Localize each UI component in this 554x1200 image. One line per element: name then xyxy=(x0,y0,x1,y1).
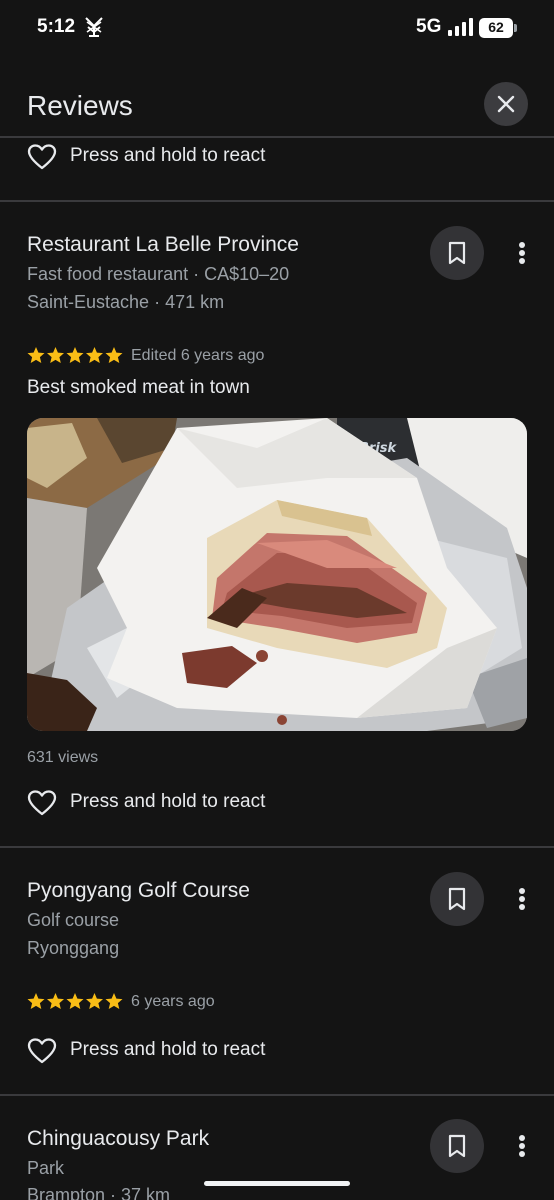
review-time: 6 years ago xyxy=(131,993,215,1010)
place-name[interactable]: Chinguacousy Park xyxy=(27,1127,209,1151)
battery-icon: 62 xyxy=(479,18,517,38)
bookmark-icon xyxy=(448,241,466,265)
header-divider xyxy=(0,136,554,138)
bookmark-icon xyxy=(448,887,466,911)
more-vert-icon xyxy=(519,242,525,248)
heart-icon xyxy=(27,144,57,170)
react-button[interactable]: Press and hold to react xyxy=(27,141,327,173)
star-rating xyxy=(27,347,123,363)
save-button[interactable] xyxy=(430,1119,484,1173)
place-location: Brampton · 37 km xyxy=(27,1185,171,1200)
place-location: Saint-Eustache · 471 km xyxy=(27,292,225,312)
place-location: Ryonggang xyxy=(27,938,120,958)
smoked-meat-sandwich-image: Brisk xyxy=(27,418,527,731)
more-options-button[interactable] xyxy=(508,233,536,273)
bookmark-icon xyxy=(448,1134,466,1158)
close-button[interactable] xyxy=(484,82,528,126)
heart-icon xyxy=(27,790,57,816)
review-photo[interactable]: Brisk xyxy=(27,418,527,731)
star-rating xyxy=(27,993,123,1009)
place-category: Park xyxy=(27,1158,65,1178)
react-button[interactable]: Press and hold to react xyxy=(27,787,327,819)
review-time: Edited 6 years ago xyxy=(131,347,265,364)
review-divider xyxy=(0,200,554,202)
review-text: Best smoked meat in town xyxy=(27,377,250,398)
more-options-button[interactable] xyxy=(508,879,536,919)
react-button[interactable]: Press and hold to react xyxy=(27,1035,327,1067)
status-time: 5:12 xyxy=(37,16,76,37)
heart-icon xyxy=(27,1038,57,1064)
close-icon xyxy=(497,95,515,113)
home-indicator[interactable] xyxy=(204,1181,350,1186)
status-bar: 5:12 5G 62 xyxy=(0,0,554,56)
react-label: Press and hold to react xyxy=(70,1039,266,1060)
place-category: Fast food restaurant · CA$10–20 xyxy=(27,264,290,284)
more-vert-icon xyxy=(519,888,525,894)
app-notification-icon xyxy=(85,17,103,37)
view-count: 631 views xyxy=(27,749,99,766)
more-vert-icon xyxy=(519,1135,525,1141)
place-name[interactable]: Restaurant La Belle Province xyxy=(27,233,299,257)
place-category: Golf course xyxy=(27,910,120,930)
network-type: 5G xyxy=(416,16,442,37)
more-options-button[interactable] xyxy=(508,1126,536,1166)
review-divider xyxy=(0,846,554,848)
save-button[interactable] xyxy=(430,226,484,280)
save-button[interactable] xyxy=(430,872,484,926)
place-name[interactable]: Pyongyang Golf Course xyxy=(27,879,250,903)
signal-icon xyxy=(448,18,473,36)
react-label: Press and hold to react xyxy=(70,791,266,812)
top-bar: Reviews xyxy=(0,72,554,138)
page-title: Reviews xyxy=(27,90,133,121)
react-label: Press and hold to react xyxy=(70,145,266,166)
review-divider xyxy=(0,1094,554,1096)
battery-level: 62 xyxy=(488,19,504,35)
